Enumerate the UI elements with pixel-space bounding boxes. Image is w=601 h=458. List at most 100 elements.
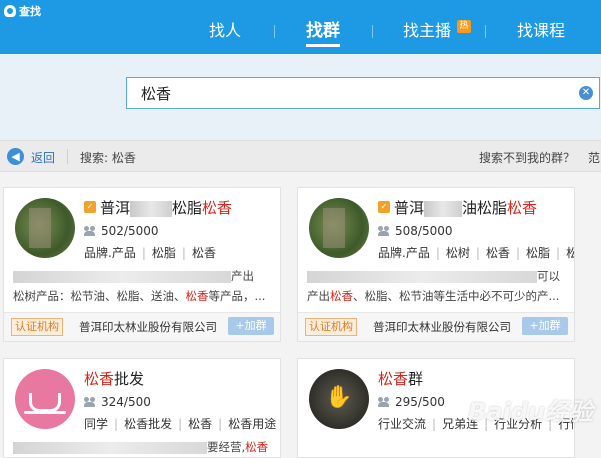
group-card[interactable]: ✓ 普洱油松脂松香 508/5000 品牌.产品松树松香松脂松... 可以 产出… xyxy=(297,187,575,342)
member-count: 508/5000 xyxy=(378,224,453,238)
group-tag: 松香用途 xyxy=(212,417,276,431)
verified-badge-icon: ✓ xyxy=(378,201,390,213)
group-name-suffix: 批发 xyxy=(114,370,145,388)
group-tag: 松香批发 xyxy=(108,417,172,431)
desc-highlight: 松香 xyxy=(330,289,353,303)
group-name[interactable]: 松香群 xyxy=(378,368,423,389)
qq-penguin-icon xyxy=(4,5,16,17)
group-tag: 松香 xyxy=(172,417,212,431)
group-description: 要经营,松香 xyxy=(13,437,275,457)
group-tag: 松树 xyxy=(430,246,470,260)
member-count-text: 295/500 xyxy=(395,395,445,409)
group-name-highlight: 松香 xyxy=(378,370,409,388)
group-description: 产出 松树产品：松节油、松脂、送油、松香等产品，... xyxy=(13,266,275,306)
member-count: 324/500 xyxy=(84,395,151,409)
tab-find-courses[interactable]: 找课程 xyxy=(517,20,565,42)
verified-badge-icon: ✓ xyxy=(84,201,96,213)
active-tab-underline xyxy=(306,44,340,47)
group-card[interactable]: 松香批发 324/500 同学松香批发松香松香用途 要经营,松香 xyxy=(3,358,281,458)
org-name: 普洱印太林业股份有限公司 xyxy=(79,320,217,334)
group-tags: 品牌.产品松树松香松脂松... xyxy=(378,244,574,261)
group-tag: 松... xyxy=(550,246,574,260)
group-name-prefix: 普洱 xyxy=(100,199,131,217)
tab-find-streamers[interactable]: 找主播 xyxy=(403,20,451,42)
card-footer: 认证机构 普洱印太林业股份有限公司 +加群 xyxy=(4,312,280,341)
search-query-label: 搜索: 松香 xyxy=(80,151,136,165)
top-bar: 查找 找人 找群 找主播 热 找课程 xyxy=(0,0,601,54)
desc-text: 松树产品：松节油、松脂、送油、 xyxy=(13,289,186,303)
back-link[interactable]: 返回 xyxy=(31,149,55,166)
group-tag: 同学 xyxy=(84,417,109,431)
join-group-button[interactable]: +加群 xyxy=(522,317,568,335)
group-name-highlight: 松香 xyxy=(507,199,538,217)
card-footer: 认证机构 普洱印太林业股份有限公司 +加群 xyxy=(298,312,574,341)
group-avatar xyxy=(15,198,75,258)
group-name-prefix: 普洱 xyxy=(394,199,425,217)
group-name-highlight: 松香 xyxy=(202,199,233,217)
group-avatar xyxy=(309,198,369,258)
certified-org-badge: 认证机构 xyxy=(305,318,357,336)
desc-highlight: 松香 xyxy=(185,289,209,303)
group-name[interactable]: 松香批发 xyxy=(84,368,144,389)
cut-off-link[interactable]: 范 xyxy=(588,149,600,166)
tab-find-groups[interactable]: 找群 xyxy=(306,20,340,42)
cannot-find-my-group-link[interactable]: 搜索不到我的群？ xyxy=(479,149,575,166)
member-count-text: 502/5000 xyxy=(101,224,159,238)
app-title-text: 查找 xyxy=(19,5,41,18)
members-icon xyxy=(378,397,391,407)
members-icon xyxy=(378,226,391,236)
members-icon xyxy=(84,226,97,236)
group-avatar xyxy=(15,369,75,429)
blurred-text xyxy=(424,200,463,217)
group-tag: 行业交流 xyxy=(378,417,427,431)
blurred-text xyxy=(130,200,173,217)
search-input[interactable] xyxy=(127,78,561,108)
blurred-text xyxy=(13,270,231,283)
back-arrow-icon[interactable]: ◀ xyxy=(7,148,24,165)
desc-text: 产出 xyxy=(231,269,254,283)
join-group-button[interactable]: +加群 xyxy=(228,317,274,335)
handshake-icon: ✋ xyxy=(325,385,353,410)
desc-text: 可以 xyxy=(537,269,560,283)
group-name[interactable]: 普洱 油松脂松香 xyxy=(394,197,537,218)
blurred-text xyxy=(307,270,537,283)
blurred-text xyxy=(13,441,207,454)
tab-divider xyxy=(485,25,486,38)
member-count-text: 324/500 xyxy=(101,395,151,409)
group-name-highlight: 松香 xyxy=(84,370,115,388)
breadcrumb: ◀ 返回 搜索: 松香 搜索不到我的群？ 范 xyxy=(0,140,601,172)
group-name-suffix: 群 xyxy=(408,370,424,388)
group-tag: 松脂 xyxy=(510,246,550,260)
desc-text: 、松脂、松节油等生活中必不可少的产... xyxy=(353,289,560,303)
group-name[interactable]: 普洱 松脂松香 xyxy=(100,197,232,218)
group-tags: 同学松香批发松香松香用途 xyxy=(84,415,276,432)
tab-divider xyxy=(274,25,275,38)
desc-text: 等产品，... xyxy=(208,289,266,303)
group-tag: 松香 xyxy=(470,246,510,260)
group-description: 可以 产出松香、松脂、松节油等生活中必不可少的产... xyxy=(307,266,569,306)
member-count: 295/500 xyxy=(378,395,445,409)
breadcrumb-divider xyxy=(67,149,68,164)
desc-highlight: 松香 xyxy=(245,440,269,454)
tab-find-people[interactable]: 找人 xyxy=(209,20,241,42)
hot-badge: 热 xyxy=(457,20,471,33)
org-name: 普洱印太林业股份有限公司 xyxy=(373,320,511,334)
desc-text: 产出 xyxy=(307,289,330,303)
group-avatar: ✋ xyxy=(309,369,369,429)
group-card[interactable]: ✓ 普洱松脂松香 502/5000 品牌.产品松脂松香 产出 松树产品：松节油、… xyxy=(3,187,281,342)
teacup-icon xyxy=(24,392,66,414)
group-name-mid: 油松脂 xyxy=(462,199,508,217)
member-count: 502/5000 xyxy=(84,224,159,238)
watermark: Baidu经验 xyxy=(468,398,593,426)
group-tag: 松脂 xyxy=(136,246,176,260)
app-title: 查找 xyxy=(4,3,41,19)
group-tag: 松香 xyxy=(176,246,216,260)
clear-search-icon[interactable]: ✕ xyxy=(579,86,593,100)
group-tag: 品牌.产品 xyxy=(84,246,136,260)
search-box[interactable]: ✕ xyxy=(126,77,600,109)
tab-divider xyxy=(372,25,373,38)
group-name-mid: 松脂 xyxy=(172,199,203,217)
member-count-text: 508/5000 xyxy=(395,224,453,238)
desc-text: 要经营, xyxy=(207,440,246,454)
group-tag: 品牌.产品 xyxy=(378,246,430,260)
